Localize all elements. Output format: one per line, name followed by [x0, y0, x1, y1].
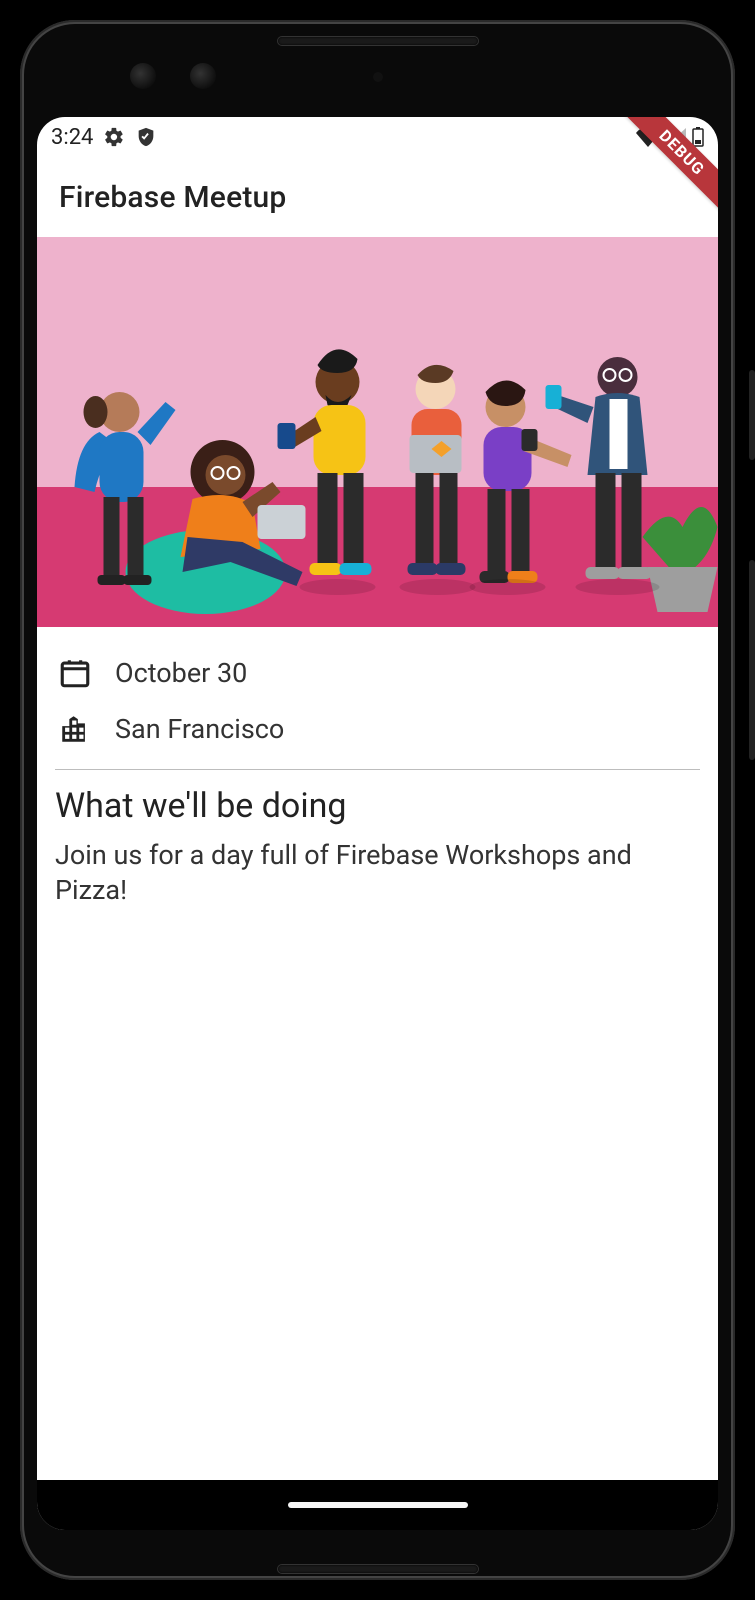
- clock-text: 3:24: [51, 125, 93, 150]
- city-icon: [57, 711, 93, 747]
- volume-button: [749, 560, 755, 760]
- screen: 3:24 DEBUG: [37, 117, 718, 1530]
- event-location-row: San Francisco: [55, 701, 700, 757]
- phone-speaker-bottom: [278, 1565, 478, 1573]
- phone-speaker-top: [278, 37, 478, 45]
- status-bar: 3:24 DEBUG: [37, 117, 718, 157]
- phone-frame: 3:24 DEBUG: [0, 0, 755, 1600]
- content-area: October 30 San Francisco What we'll be d…: [37, 627, 718, 908]
- gear-icon: [103, 126, 125, 148]
- front-camera-icon: [190, 63, 216, 89]
- power-button: [749, 370, 755, 460]
- calendar-icon: [57, 655, 93, 691]
- system-nav-bar[interactable]: [37, 1480, 718, 1530]
- event-date-text: October 30: [115, 657, 247, 689]
- event-location-text: San Francisco: [115, 713, 284, 745]
- section-body: Join us for a day full of Firebase Works…: [55, 838, 700, 908]
- divider: [55, 769, 700, 770]
- shield-icon: [135, 126, 157, 148]
- page-title: Firebase Meetup: [59, 180, 286, 215]
- home-gesture-icon[interactable]: [288, 1502, 468, 1508]
- section-heading: What we'll be doing: [55, 786, 700, 826]
- status-bar-left: 3:24: [51, 125, 157, 150]
- event-date-row: October 30: [55, 645, 700, 701]
- people-illustration-icon: [37, 237, 718, 627]
- battery-icon: [692, 127, 704, 147]
- hero-image: [37, 237, 718, 627]
- app-bar: Firebase Meetup: [37, 157, 718, 237]
- front-camera-icon: [130, 63, 156, 89]
- sensor-icon: [373, 72, 383, 82]
